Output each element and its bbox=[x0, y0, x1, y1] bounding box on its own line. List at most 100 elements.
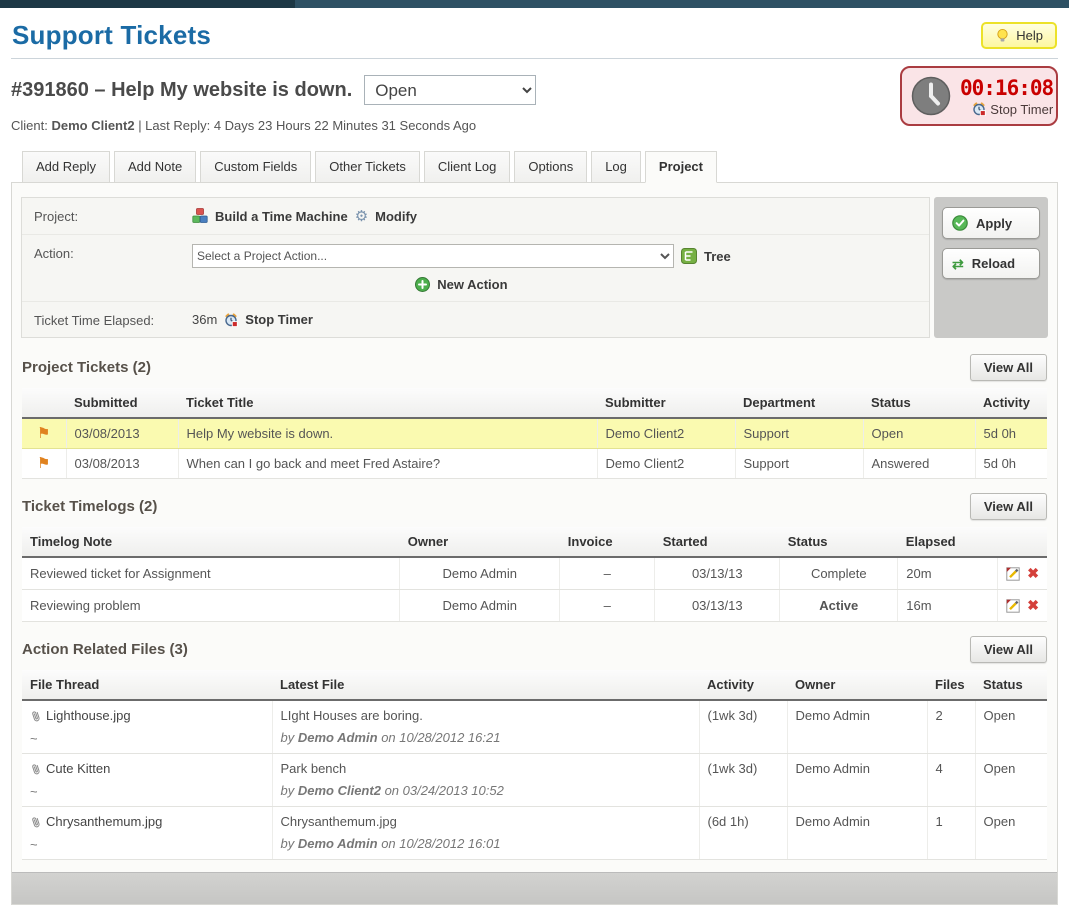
latest-file-title[interactable]: LIght Houses are boring. bbox=[281, 708, 691, 723]
col-ticket-icon bbox=[22, 388, 66, 418]
ticket-timelogs-header: Ticket Timelogs (2) View All bbox=[22, 493, 1047, 520]
ticket-timelogs-view-all-button[interactable]: View All bbox=[970, 493, 1047, 520]
col-elapsed: Elapsed bbox=[898, 527, 998, 557]
ticket-title: #391860 – Help My website is down. bbox=[11, 79, 352, 102]
cell-timelog-note: Reviewed ticket for Assignment bbox=[22, 557, 400, 590]
timer-stop-label: Stop Timer bbox=[990, 102, 1053, 117]
cell-ticket-title[interactable]: Help My website is down. bbox=[178, 418, 597, 449]
project-tickets-header: Project Tickets (2) View All bbox=[22, 354, 1047, 381]
refresh-arrows-icon: ⇄ bbox=[952, 257, 964, 271]
tab-add-reply[interactable]: Add Reply bbox=[22, 151, 110, 183]
last-reply-text: | Last Reply: 4 Days 23 Hours 22 Minutes… bbox=[138, 118, 476, 133]
action-related-files-table: File Thread Latest File Activity Owner F… bbox=[22, 670, 1047, 860]
cell-files-count: 2 bbox=[927, 700, 975, 754]
ticket-timelogs-table: Timelog Note Owner Invoice Started Statu… bbox=[22, 527, 1047, 622]
file-thread-link[interactable]: Chrysanthemum.jpg bbox=[46, 814, 162, 829]
delete-icon[interactable]: ✖ bbox=[1027, 597, 1039, 614]
cell-ticket-title[interactable]: When can I go back and meet Fred Astaire… bbox=[178, 449, 597, 479]
tab-other-tickets[interactable]: Other Tickets bbox=[315, 151, 420, 183]
elapsed-value: 36m bbox=[192, 312, 217, 327]
form-actions-box: Apply ⇄ Reload bbox=[934, 197, 1048, 338]
lightbulb-icon bbox=[995, 28, 1010, 43]
file-thread-link[interactable]: Cute Kitten bbox=[46, 761, 110, 776]
col-file-activity: Activity bbox=[699, 670, 787, 700]
cell-file-activity: (1wk 3d) bbox=[699, 754, 787, 807]
latest-file-title[interactable]: Chrysanthemum.jpg bbox=[281, 814, 691, 829]
col-file-status: Status bbox=[975, 670, 1047, 700]
project-form-fields: Project: Build a Time Machine ⚙ Modify bbox=[21, 197, 930, 338]
plus-circle-icon bbox=[415, 277, 430, 292]
cell-status: Open bbox=[863, 418, 975, 449]
latest-file-byline: by Demo Admin on 10/28/2012 16:21 bbox=[281, 730, 691, 745]
project-tickets-table: Submitted Ticket Title Submitter Departm… bbox=[22, 388, 1047, 479]
project-tab-panel: Project: Build a Time Machine ⚙ Modify bbox=[11, 182, 1058, 905]
elapsed-stop-timer-link[interactable]: Stop Timer bbox=[245, 312, 313, 327]
col-timelog-actions bbox=[998, 527, 1047, 557]
timer-stop-link[interactable]: Stop Timer bbox=[972, 102, 1053, 117]
cell-file-owner: Demo Admin bbox=[787, 754, 927, 807]
cell-started: 03/13/13 bbox=[655, 557, 780, 590]
elapsed-field-label: Ticket Time Elapsed: bbox=[34, 311, 192, 328]
cell-elapsed: 16m bbox=[898, 590, 998, 622]
table-row: Lighthouse.jpg ~ LIght Houses are boring… bbox=[22, 700, 1047, 754]
cell-invoice: – bbox=[560, 557, 655, 590]
table-row[interactable]: ⚑ 03/08/2013 Help My website is down. De… bbox=[22, 418, 1047, 449]
cell-timelog-status: Complete bbox=[780, 557, 898, 590]
col-invoice: Invoice bbox=[560, 527, 655, 557]
flag-icon: ⚑ bbox=[37, 425, 50, 442]
ticket-timer: 00:16:08 Stop Timer bbox=[900, 66, 1058, 126]
reload-button-label: Reload bbox=[972, 256, 1015, 271]
tab-client-log[interactable]: Client Log bbox=[424, 151, 511, 183]
paperclip-icon bbox=[30, 709, 41, 723]
cell-invoice: – bbox=[560, 590, 655, 622]
edit-icon[interactable] bbox=[1006, 599, 1020, 613]
action-related-files-view-all-button[interactable]: View All bbox=[970, 636, 1047, 663]
panel-footer-bar bbox=[12, 872, 1057, 904]
tab-add-note[interactable]: Add Note bbox=[114, 151, 196, 183]
cell-submitted: 03/08/2013 bbox=[66, 418, 178, 449]
modify-project-link[interactable]: Modify bbox=[375, 209, 417, 224]
tab-custom-fields[interactable]: Custom Fields bbox=[200, 151, 311, 183]
col-timelog-note: Timelog Note bbox=[22, 527, 400, 557]
tab-project[interactable]: Project bbox=[645, 151, 717, 183]
tab-log[interactable]: Log bbox=[591, 151, 641, 183]
reload-button[interactable]: ⇄ Reload bbox=[942, 248, 1040, 279]
file-thread-sub: ~ bbox=[30, 837, 264, 852]
project-action-select[interactable]: Select a Project Action... bbox=[192, 244, 674, 268]
help-button[interactable]: Help bbox=[981, 22, 1057, 49]
client-label: Client: bbox=[11, 118, 48, 133]
client-name: Demo Client2 bbox=[51, 118, 134, 133]
project-name-link[interactable]: Build a Time Machine bbox=[215, 209, 348, 224]
file-thread-link[interactable]: Lighthouse.jpg bbox=[46, 708, 131, 723]
tab-options[interactable]: Options bbox=[514, 151, 587, 183]
cell-elapsed: 20m bbox=[898, 557, 998, 590]
timer-time: 00:16:08 bbox=[960, 76, 1053, 100]
delete-icon[interactable]: ✖ bbox=[1027, 565, 1039, 582]
cell-department: Support bbox=[735, 449, 863, 479]
tree-link[interactable]: Tree bbox=[704, 249, 731, 264]
cell-file-activity: (6d 1h) bbox=[699, 807, 787, 860]
cell-owner: Demo Admin bbox=[400, 557, 560, 590]
col-submitter: Submitter bbox=[597, 388, 735, 418]
file-thread-sub: ~ bbox=[30, 731, 264, 746]
gears-icon: ⚙ bbox=[355, 207, 368, 225]
project-blocks-icon bbox=[192, 208, 208, 224]
project-field-label: Project: bbox=[34, 207, 192, 225]
paperclip-icon bbox=[30, 762, 41, 776]
action-field-label: Action: bbox=[34, 244, 192, 292]
tree-icon bbox=[681, 248, 697, 264]
ticket-status-select[interactable]: Open bbox=[364, 75, 536, 105]
top-accent-bar bbox=[0, 0, 1069, 8]
edit-icon[interactable] bbox=[1006, 567, 1020, 581]
project-tickets-view-all-button[interactable]: View All bbox=[970, 354, 1047, 381]
latest-file-title[interactable]: Park bench bbox=[281, 761, 691, 776]
project-row: Project: Build a Time Machine ⚙ Modify bbox=[22, 198, 929, 235]
cell-file-status: Open bbox=[975, 754, 1047, 807]
cell-owner: Demo Admin bbox=[400, 590, 560, 622]
project-tickets-title: Project Tickets (2) bbox=[22, 359, 151, 376]
new-action-link[interactable]: New Action bbox=[437, 277, 507, 292]
action-row: Action: Select a Project Action... bbox=[22, 235, 929, 302]
table-row[interactable]: ⚑ 03/08/2013 When can I go back and meet… bbox=[22, 449, 1047, 479]
cell-file-status: Open bbox=[975, 700, 1047, 754]
apply-button[interactable]: Apply bbox=[942, 207, 1040, 239]
